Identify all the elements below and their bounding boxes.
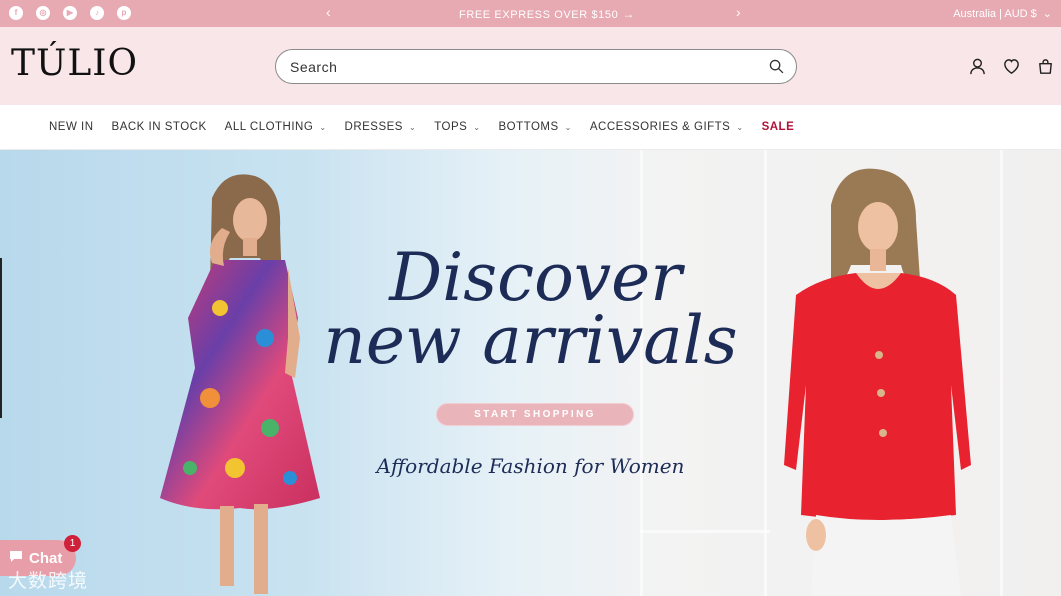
announcement-bar: f ◎ ▶ ♪ p ‹ FREE EXPRESS OVER $150 → › Austra… — [0, 0, 1061, 27]
chevron-down-icon: ⌄ — [1042, 8, 1052, 20]
watermark: 大数跨境 — [8, 570, 89, 592]
nav-item-label: SALE — [761, 121, 795, 133]
search-icon[interactable] — [769, 59, 784, 74]
pinterest-icon[interactable]: p — [117, 6, 131, 20]
account-icon[interactable] — [968, 57, 987, 76]
site-header: TÚLIO — [0, 27, 1061, 105]
announcement-prev-button[interactable]: ‹ — [326, 4, 331, 20]
nav-item-bottoms[interactable]: BOTTOMS ⌄ — [499, 121, 572, 133]
start-shopping-button[interactable]: START SHOPPING — [436, 403, 634, 426]
nav-item-label: DRESSES — [344, 121, 403, 133]
nav-item-tops[interactable]: TOPS ⌄ — [434, 121, 480, 133]
chevron-down-icon: ⌄ — [319, 122, 327, 132]
main-navigation: NEW IN BACK IN STOCK ALL CLOTHING ⌄ DRESSES ⌄… — [0, 105, 1061, 150]
model-floral-dress-image — [160, 174, 320, 594]
hero-subtitle: Affordable Fashion for Women — [376, 454, 685, 478]
search-bar[interactable] — [275, 49, 797, 84]
nav-item-accessories-gifts[interactable]: ACCESSORIES & GIFTS ⌄ — [590, 121, 744, 133]
chevron-down-icon: ⌄ — [408, 122, 417, 132]
search-input[interactable] — [290, 58, 769, 75]
nav-item-label: TOPS — [434, 121, 468, 133]
nav-item-label: NEW IN — [49, 121, 94, 133]
nav-item-back-in-stock[interactable]: BACK IN STOCK — [112, 121, 207, 133]
chat-label: Chat — [29, 549, 63, 567]
chevron-down-icon: ⌄ — [473, 122, 481, 132]
nav-item-label: ALL CLOTHING — [224, 121, 314, 133]
chevron-down-icon: ⌄ — [564, 122, 572, 132]
nav-item-label: BOTTOMS — [498, 121, 559, 133]
chat-bubble-icon — [8, 548, 24, 568]
tiktok-icon[interactable]: ♪ — [90, 6, 104, 20]
nav-item-label: BACK IN STOCK — [111, 121, 207, 133]
announcement-text[interactable]: FREE EXPRESS OVER $150 → — [459, 7, 635, 21]
announcement-label: FREE EXPRESS OVER $150 — [459, 9, 619, 21]
header-actions — [968, 57, 1055, 76]
wishlist-heart-icon[interactable] — [1002, 57, 1021, 76]
instagram-icon[interactable]: ◎ — [36, 6, 50, 20]
locale-selector[interactable]: Australia | AUD $ ⌄ — [953, 7, 1052, 21]
nav-list: NEW IN BACK IN STOCK ALL CLOTHING ⌄ DRESSES ⌄… — [49, 121, 794, 133]
nav-item-label: ACCESSORIES & GIFTS — [589, 121, 731, 133]
chevron-down-icon: ⌄ — [736, 122, 744, 132]
announcement-next-button[interactable]: › — [736, 4, 741, 20]
social-links: f ◎ ▶ ♪ p — [9, 6, 131, 20]
locale-label: Australia | AUD $ — [953, 7, 1037, 20]
nav-item-dresses[interactable]: DRESSES ⌄ — [345, 121, 417, 133]
model-red-top-image — [784, 168, 971, 596]
arrow-right-icon: → — [622, 7, 635, 21]
cart-bag-icon[interactable] — [1036, 57, 1055, 76]
hero-title-line2: new arrivals — [323, 302, 738, 379]
facebook-icon[interactable]: f — [9, 6, 23, 20]
nav-item-all-clothing[interactable]: ALL CLOTHING ⌄ — [225, 121, 327, 133]
youtube-icon[interactable]: ▶ — [63, 6, 77, 20]
hero-banner[interactable]: Discover new arrivals START SHOPPING Aff… — [0, 150, 1061, 596]
chat-notification-badge: 1 — [64, 535, 81, 552]
logo[interactable]: TÚLIO — [11, 43, 138, 84]
nav-item-sale[interactable]: SALE — [762, 121, 795, 133]
nav-item-new-in[interactable]: NEW IN — [49, 121, 94, 133]
